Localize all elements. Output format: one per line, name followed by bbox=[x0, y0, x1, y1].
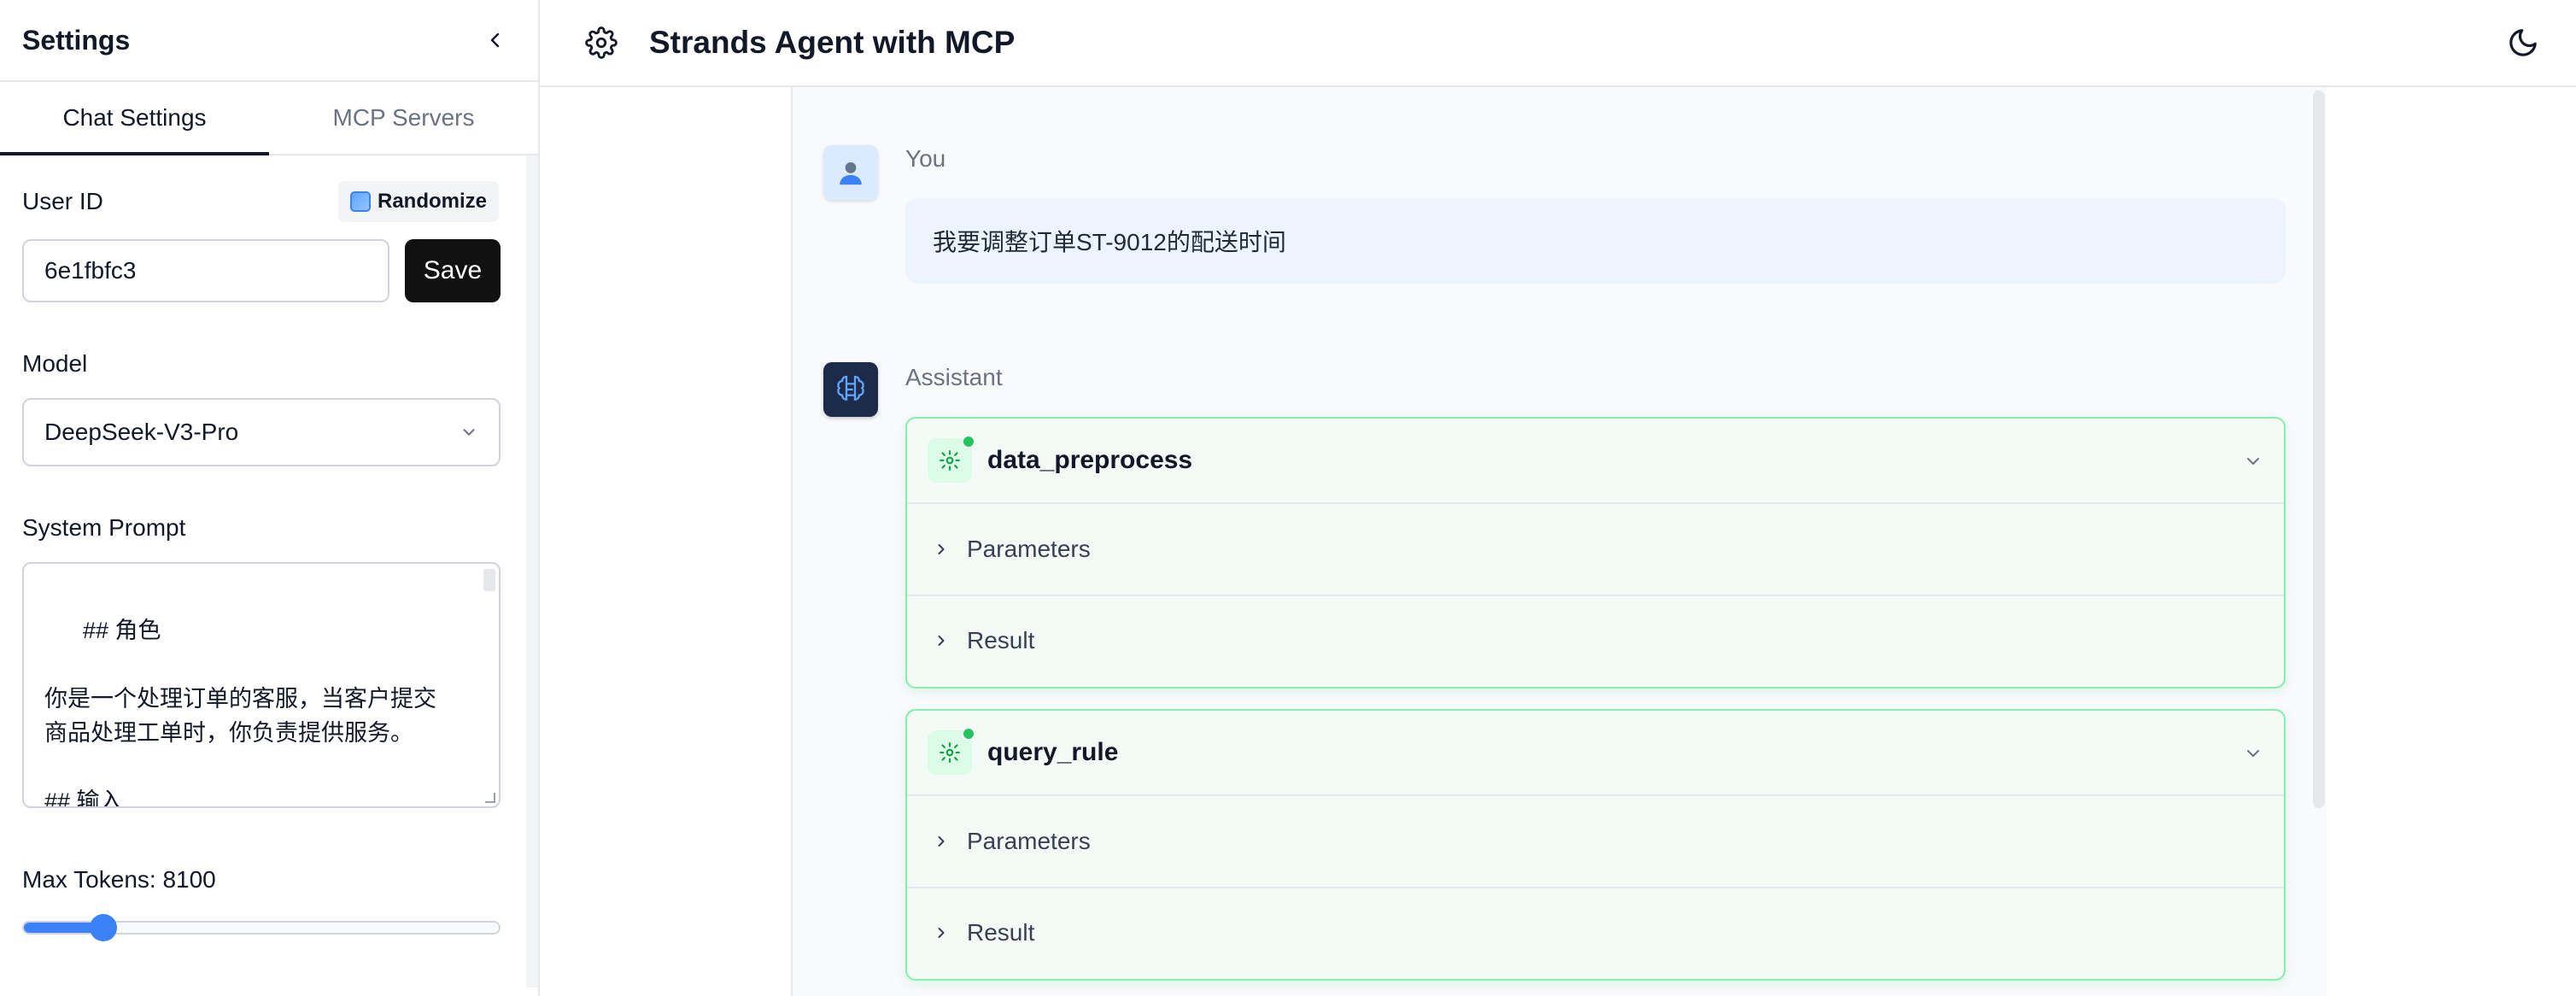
parameters-label: Parameters bbox=[967, 828, 1091, 854]
tool-status-dot bbox=[962, 727, 975, 741]
chat-panel: You 我要调整订单ST-9012的配送时间 Assistant data_pr… bbox=[791, 87, 2327, 996]
tool-parameters-toggle[interactable]: Parameters bbox=[907, 504, 2284, 595]
user-message-bubble: 我要调整订单ST-9012的配送时间 bbox=[905, 198, 2286, 284]
chevron-right-icon bbox=[938, 836, 945, 847]
result-label: Result bbox=[967, 919, 1035, 946]
tool-call-card: data_preprocess Parameters Result bbox=[905, 417, 2286, 688]
tool-call-header[interactable]: data_preprocess bbox=[907, 419, 2284, 504]
user-avatar bbox=[823, 145, 878, 200]
model-selected-value: DeepSeek-V3-Pro bbox=[44, 419, 239, 445]
moon-icon bbox=[2509, 29, 2537, 56]
brain-circuit-icon bbox=[837, 375, 864, 401]
resize-handle-icon[interactable] bbox=[485, 793, 495, 803]
chevron-down-icon bbox=[463, 429, 475, 436]
tool-result-toggle[interactable]: Result bbox=[907, 887, 2284, 977]
settings-sidebar: Settings Chat Settings MCP Servers User … bbox=[0, 0, 540, 996]
sidebar-tabs: Chat Settings MCP Servers bbox=[0, 80, 538, 155]
sidebar-title: Settings bbox=[22, 24, 131, 56]
tab-chat-settings[interactable]: Chat Settings bbox=[0, 82, 269, 155]
tool-icon-wrapper bbox=[928, 727, 975, 775]
system-prompt-text: ## 角色 你是一个处理订单的客服，当客户提交 商品处理工单时，你负责提供服务。… bbox=[44, 618, 436, 808]
chevron-right-icon bbox=[938, 928, 945, 938]
tool-call-header[interactable]: query_rule bbox=[907, 711, 2284, 796]
chevron-right-icon bbox=[938, 544, 945, 554]
assistant-role-label: Assistant bbox=[905, 364, 1003, 390]
user-id-label: User ID bbox=[22, 188, 103, 214]
parameters-label: Parameters bbox=[967, 536, 1091, 562]
chat-settings-panel: User ID Randomize 6e1fbfc3 Save Model De… bbox=[0, 155, 538, 996]
result-label: Result bbox=[967, 627, 1035, 653]
gear-icon bbox=[585, 26, 618, 59]
tool-status-dot bbox=[962, 435, 975, 448]
textarea-scrollbar[interactable] bbox=[483, 569, 495, 591]
max-tokens-label: Max Tokens: 8100 bbox=[22, 866, 216, 893]
system-prompt-textarea[interactable]: ## 角色 你是一个处理订单的客服，当客户提交 商品处理工单时，你负责提供服务。… bbox=[22, 562, 501, 808]
user-avatar-icon bbox=[840, 161, 862, 185]
save-button[interactable]: Save bbox=[405, 239, 501, 302]
max-tokens-slider-thumb[interactable] bbox=[90, 914, 118, 941]
sidebar-scrollbar[interactable] bbox=[526, 155, 538, 987]
chat-scrollbar[interactable] bbox=[2313, 91, 2325, 808]
chevron-down-icon bbox=[2247, 750, 2259, 757]
model-label: Model bbox=[22, 350, 88, 377]
system-prompt-label: System Prompt bbox=[22, 514, 186, 541]
user-id-input[interactable]: 6e1fbfc3 bbox=[22, 239, 389, 302]
gear-icon bbox=[940, 450, 960, 471]
chevron-down-icon bbox=[2247, 458, 2259, 465]
chevron-right-icon bbox=[938, 636, 945, 646]
sidebar-header: Settings bbox=[0, 0, 538, 80]
chevron-left-icon bbox=[490, 32, 500, 48]
dice-icon bbox=[350, 191, 371, 212]
assistant-avatar bbox=[823, 362, 878, 417]
app-title: Strands Agent with MCP bbox=[649, 25, 1016, 60]
settings-toggle-button[interactable] bbox=[581, 22, 622, 63]
tool-name: query_rule bbox=[987, 738, 1119, 766]
collapse-sidebar-button[interactable] bbox=[475, 20, 516, 61]
gear-icon bbox=[940, 742, 960, 763]
theme-toggle-button[interactable] bbox=[2503, 22, 2544, 63]
tool-name: data_preprocess bbox=[987, 446, 1193, 474]
tab-mcp-servers[interactable]: MCP Servers bbox=[269, 82, 538, 154]
tool-call-card: query_rule Parameters Result bbox=[905, 709, 2286, 981]
model-select[interactable]: DeepSeek-V3-Pro bbox=[22, 398, 501, 466]
tool-result-toggle[interactable]: Result bbox=[907, 595, 2284, 685]
app-header: Strands Agent with MCP bbox=[540, 0, 2576, 87]
randomize-label: Randomize bbox=[378, 190, 488, 213]
randomize-button[interactable]: Randomize bbox=[338, 181, 500, 222]
tool-parameters-toggle[interactable]: Parameters bbox=[907, 796, 2284, 887]
user-role-label: You bbox=[905, 145, 946, 172]
tool-icon-wrapper bbox=[928, 435, 975, 483]
